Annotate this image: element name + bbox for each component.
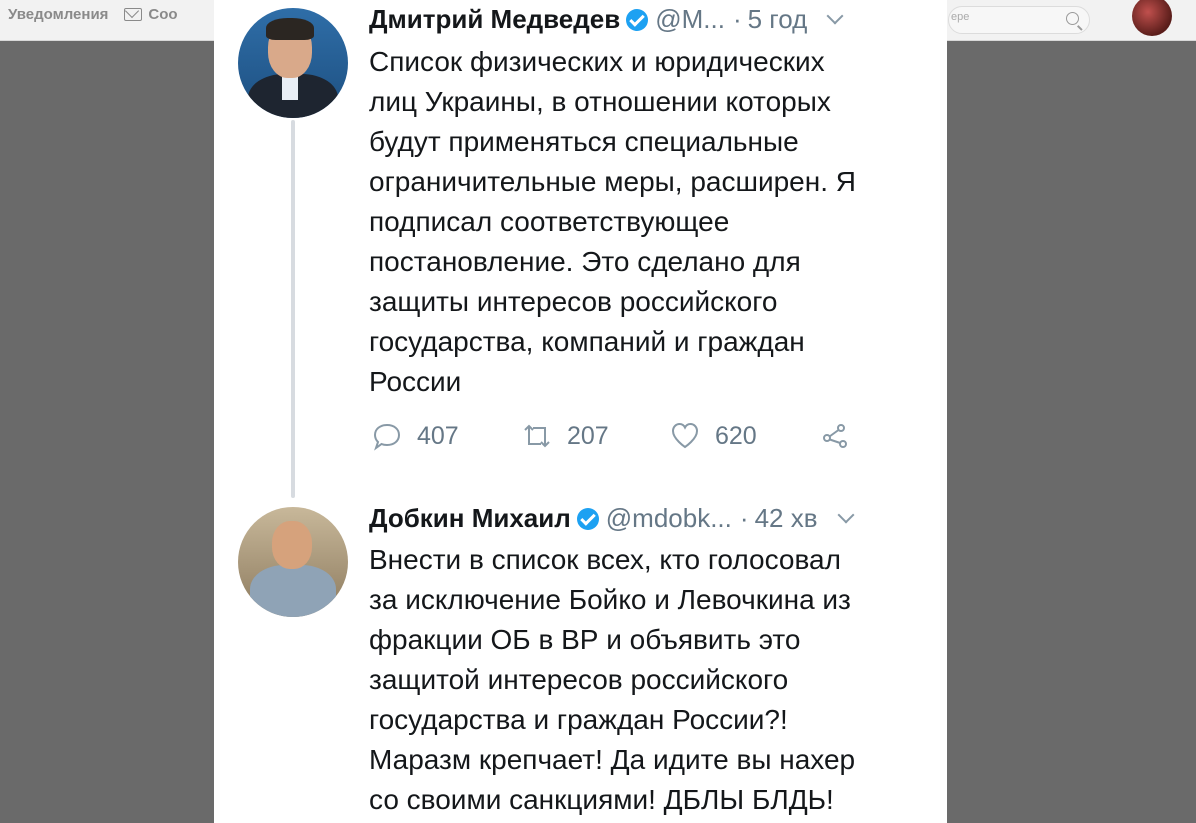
verified-badge-icon [626,9,649,31]
retweet-count: 207 [567,421,609,450]
tweet-text: Внести в список всех, кто голосовал за и… [369,540,929,820]
tweet-text-line: России [369,366,462,397]
author-handle[interactable]: @M... [655,4,725,35]
like-count: 620 [715,421,757,450]
like-button[interactable]: 620 [669,420,757,452]
avatar-body [250,565,336,617]
avatar-medvedev[interactable] [238,8,348,118]
avatar-head [272,521,312,569]
nav-left: Уведомления Соо [8,6,178,23]
tweet-text-line: ограничительные меры, расширен. Я [369,166,856,197]
author-name[interactable]: Добкин Михаил [369,503,571,534]
thread-connector-line [291,120,295,498]
heart-icon [671,422,699,449]
tweet-text-line: фракции ОБ в ВР и объявить это [369,624,801,655]
tweet-text-line: государства, компаний и граждан [369,326,805,357]
tweet-text-line: Список физических и юридических [369,46,825,77]
search-input[interactable]: ере [948,6,1090,34]
tweet-actions: 407 207 620 [371,420,871,460]
tweet-text-line: защиты интересов российского [369,286,778,317]
envelope-icon [124,8,143,21]
tweet-text-line: лиц Украины, в отношении которых [369,86,831,117]
chevron-down-icon[interactable] [837,506,855,524]
tweet-text-line: Маразм крепчает! Да идите вы нахер [369,744,856,775]
avatar-hair [266,18,314,40]
nav-messages[interactable]: Соо [124,6,178,23]
notifications-label: Уведомления [8,6,109,23]
separator-dot: · [732,4,742,34]
share-button[interactable] [819,420,851,452]
tweet-timestamp[interactable]: 42 хв [755,503,818,534]
tweet-text-line: защитой интересов российского [369,664,789,695]
tweet-text-line: будут применяться специальные [369,126,799,157]
retweet-icon [524,424,550,448]
search-placeholder: ере [951,11,970,23]
separator-dot: · [739,503,749,533]
tweet-text-line: государства и граждан России?! [369,704,788,735]
search-icon[interactable] [1066,12,1079,25]
retweet-button[interactable]: 207 [521,420,609,452]
reply-icon [373,423,401,451]
tweet-text-line: постановление. Это сделано для [369,246,801,277]
tweet-thread-card: Дмитрий Медведев @M... · 5 год Список фи… [214,0,947,823]
messages-label: Соо [148,6,178,23]
tweet-text-line: со своими санкциями! ДБЛЫ БЛДЬ! [369,784,834,815]
tweet-text: Список физических и юридических лиц Укра… [369,42,929,402]
profile-avatar[interactable] [1132,0,1172,36]
tweet-text-line: подписал соответствующее [369,206,730,237]
tweet-text-line: за исключение Бойко и Левочкина из [369,584,851,615]
chevron-down-icon[interactable] [826,7,844,25]
tweet-text-line: Внести в список всех, кто голосовал [369,544,841,575]
nav-notifications[interactable]: Уведомления [8,6,108,23]
avatar-dobkin[interactable] [238,507,348,617]
tweet-header: Дмитрий Медведев @M... · 5 год [369,4,844,35]
tweet-timestamp[interactable]: 5 год [748,4,808,35]
reply-count: 407 [417,421,459,450]
reply-button[interactable]: 407 [371,420,459,452]
tweet-header: Добкин Михаил @mdobk... · 42 хв [369,503,855,534]
share-icon [823,424,847,448]
verified-badge-icon [576,508,599,530]
author-name[interactable]: Дмитрий Медведев [369,4,620,35]
author-handle[interactable]: @mdobk... [606,503,732,534]
